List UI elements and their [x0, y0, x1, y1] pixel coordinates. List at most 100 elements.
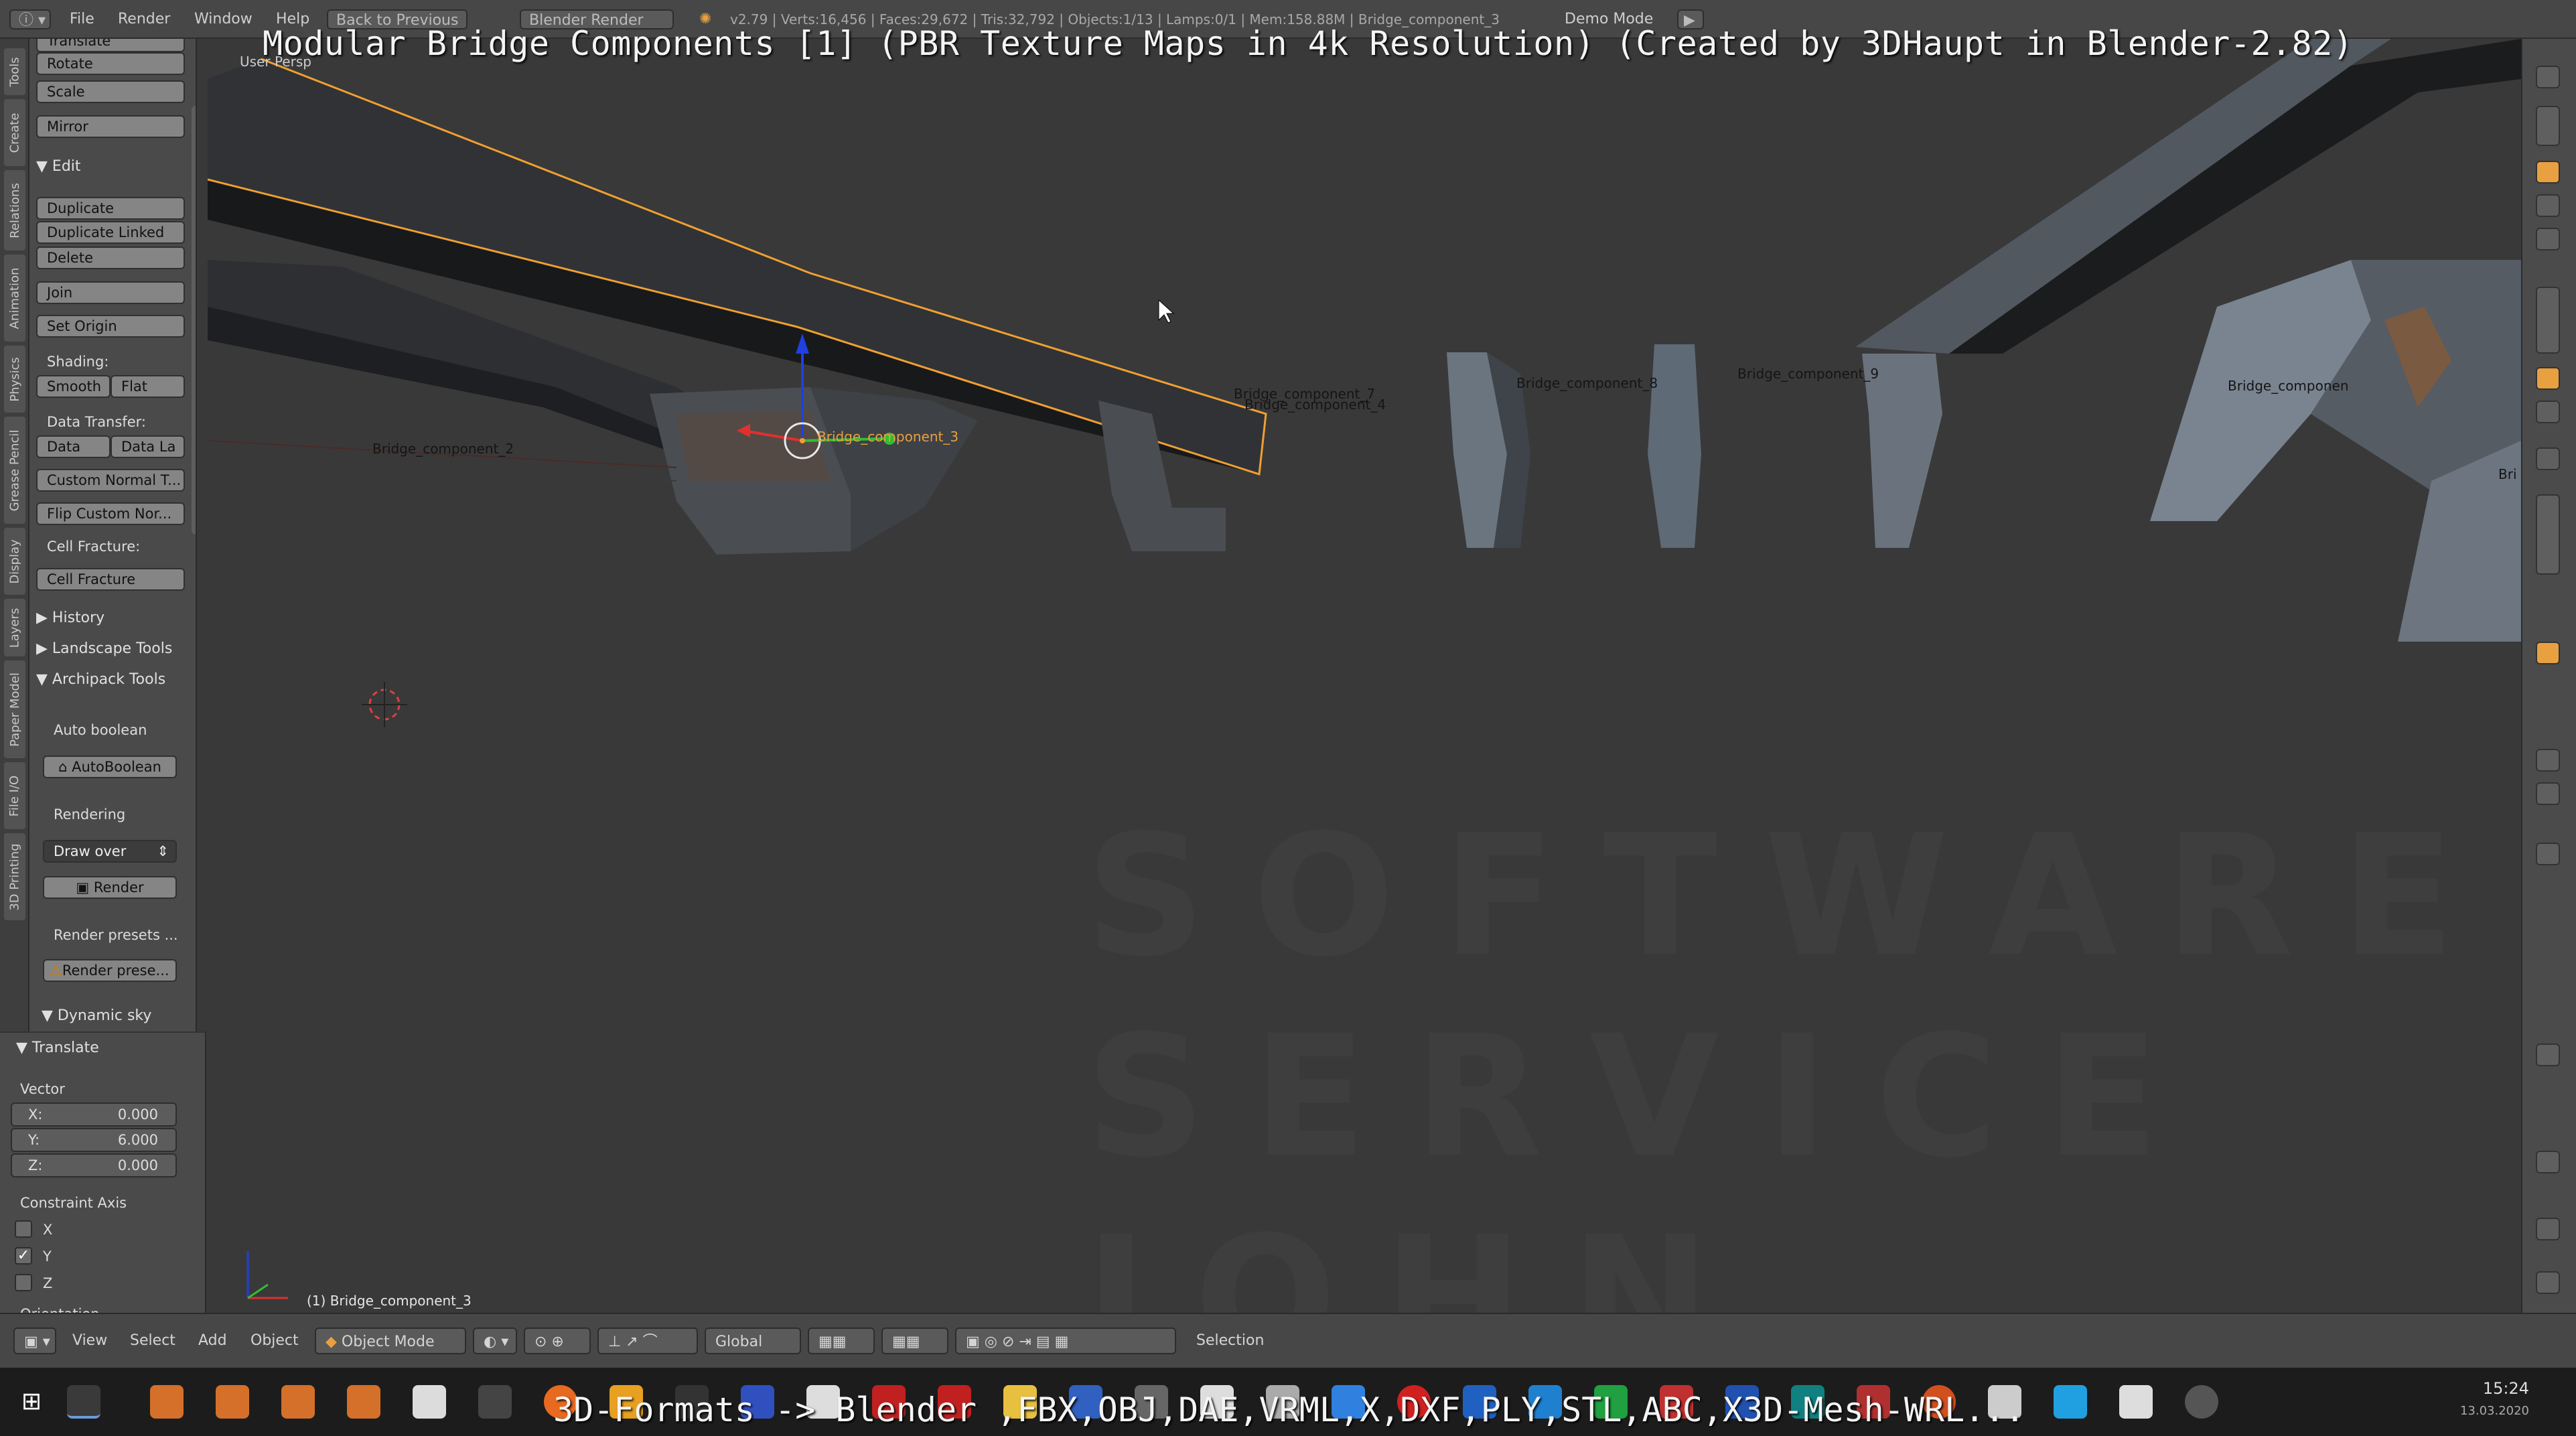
scroll-track-icon[interactable] — [2536, 494, 2560, 575]
windows-start-icon[interactable]: ⊞ — [15, 1385, 48, 1419]
checkbox-icon[interactable] — [2536, 782, 2560, 805]
constraint-x-label: X — [43, 1222, 53, 1238]
manipulator-icons[interactable]: ⊥ ↗ ⌒ — [597, 1327, 698, 1354]
cell-fracture-button[interactable]: Cell Fracture — [36, 568, 185, 591]
object-icon[interactable] — [2536, 161, 2560, 184]
flip-custom-normals-button[interactable]: Flip Custom Nor... — [36, 502, 185, 525]
system-clock[interactable]: 15:24 13.03.2020 — [2460, 1377, 2529, 1423]
custom-normal-button[interactable]: Custom Normal T... — [36, 469, 185, 492]
tab-layers[interactable]: Layers — [4, 599, 25, 656]
chevron-down-icon[interactable] — [2536, 1271, 2560, 1294]
render-presets-button[interactable]: ⚠Render prese... — [43, 959, 177, 982]
join-button[interactable]: Join — [36, 281, 185, 304]
constraint-z-checkbox[interactable] — [15, 1274, 32, 1291]
constraint-y-checkbox[interactable]: ✓ — [15, 1247, 32, 1265]
editor-type-icon[interactable]: ▣ ▾ — [13, 1327, 56, 1354]
menu-object[interactable]: Object — [251, 1327, 299, 1354]
viewport-header-bar: ▣ ▾ View Select Add Object ◆ Object Mode… — [0, 1313, 2576, 1368]
scroll-icon[interactable] — [2536, 106, 2560, 146]
collapse-arrow-icon[interactable] — [2536, 66, 2560, 88]
data-transfer-label: Data Transfer: — [47, 414, 146, 430]
vector-x-field[interactable]: X: 0.000 — [11, 1102, 177, 1127]
toolshelf-scrollbar[interactable] — [192, 106, 196, 534]
blender-taskbar-icon[interactable] — [150, 1385, 184, 1419]
data-button[interactable]: Data — [36, 435, 111, 458]
editor-type-icon[interactable]: ⓘ ▾ — [9, 9, 51, 29]
tab-relations[interactable]: Relations — [4, 170, 25, 250]
rotate-button[interactable]: Rotate — [36, 52, 185, 75]
flat-button[interactable]: Flat — [111, 375, 185, 398]
autoboolean-button[interactable]: ⌂ AutoBoolean — [43, 756, 177, 778]
translate-button[interactable]: Translate — [36, 39, 185, 52]
mirror-button[interactable]: Mirror — [36, 115, 185, 138]
toggle-icon[interactable] — [2536, 749, 2560, 772]
gear-icon[interactable] — [2536, 1151, 2560, 1173]
mode-select[interactable]: ◆ Object Mode — [315, 1327, 466, 1354]
menu-render[interactable]: Render — [118, 9, 170, 29]
snapping-tools[interactable]: ▣ ◎ ⊘ ⇥ ▤ ▦ — [955, 1327, 1176, 1354]
tab-physics[interactable]: Physics — [4, 346, 25, 413]
dynamic-sky-header[interactable]: ▼ Dynamic sky — [42, 1007, 151, 1024]
blender-taskbar-icon[interactable] — [67, 1385, 100, 1419]
blender-taskbar-icon[interactable] — [281, 1385, 315, 1419]
data-layout-button[interactable]: Data La — [111, 435, 185, 458]
delete-button[interactable]: Delete — [36, 246, 185, 269]
shading-mode-icon[interactable]: ◐ ▾ — [473, 1327, 517, 1354]
constraint-y-label: Y — [43, 1248, 52, 1265]
menu-file[interactable]: File — [70, 9, 94, 29]
pivot-point-icon[interactable]: ⊙ ⊕ — [524, 1327, 591, 1354]
texture-icon[interactable] — [2536, 401, 2560, 423]
menu-window[interactable]: Window — [194, 9, 253, 29]
draw-over-select[interactable]: Draw over ⇕ — [43, 840, 177, 863]
app-taskbar-icon[interactable] — [2185, 1385, 2218, 1419]
menu-select[interactable]: Select — [130, 1327, 175, 1354]
skype-icon[interactable] — [2054, 1385, 2087, 1419]
tab-grease-pencil[interactable]: Grease Pencil — [4, 417, 25, 524]
history-panel-header[interactable]: ▶ History — [36, 609, 104, 626]
translate-panel-header[interactable]: ▼ Translate — [16, 1039, 99, 1056]
plus-icon[interactable] — [2536, 1218, 2560, 1240]
landscape-tools-header[interactable]: ▶ Landscape Tools — [36, 640, 172, 657]
tab-paper-model[interactable]: Paper Model — [4, 660, 25, 758]
smooth-button[interactable]: Smooth — [36, 375, 111, 398]
tab-create[interactable]: Create — [4, 99, 25, 166]
view-axis-y — [247, 1283, 269, 1299]
blender-taskbar-icon[interactable] — [347, 1385, 380, 1419]
expand-arrow-icon[interactable] — [2536, 447, 2560, 470]
app-taskbar-icon[interactable] — [2119, 1385, 2153, 1419]
lamp-icon[interactable] — [2536, 642, 2560, 664]
vector-z-field[interactable]: Z: 0.000 — [11, 1153, 177, 1177]
3d-viewport[interactable]: SOFTWARE SERVICE JOHN User Persp Bridge_… — [208, 39, 2521, 1313]
vector-y-field[interactable]: Y: 6.000 — [11, 1128, 177, 1152]
render-button[interactable]: ▣ Render — [43, 876, 177, 899]
modifier-icon[interactable] — [2536, 228, 2560, 250]
menu-view[interactable]: View — [72, 1327, 107, 1354]
set-origin-select[interactable]: Set Origin — [36, 315, 185, 338]
duplicate-button[interactable]: Duplicate — [36, 197, 185, 220]
slider-icon[interactable] — [2536, 287, 2560, 354]
material-icon[interactable] — [2536, 367, 2560, 390]
dropdown-icon[interactable] — [2536, 1044, 2560, 1066]
constraint-icon[interactable] — [2536, 194, 2560, 217]
menu-add[interactable]: Add — [198, 1327, 227, 1354]
checkbox-icon[interactable] — [2536, 843, 2560, 865]
constraint-z-label: Z — [43, 1275, 53, 1291]
duplicate-linked-button[interactable]: Duplicate Linked — [36, 221, 185, 244]
scale-button[interactable]: Scale — [36, 80, 185, 103]
app-taskbar-icon[interactable] — [478, 1385, 512, 1419]
cube-icon: ◆ — [326, 1334, 342, 1350]
constraint-x-checkbox[interactable] — [15, 1220, 32, 1238]
tab-file-io[interactable]: File I/O — [4, 762, 25, 829]
archipack-tools-header[interactable]: ▼ Archipack Tools — [36, 671, 165, 688]
tab-animation[interactable]: Animation — [4, 255, 25, 342]
tab-tools[interactable]: Tools — [4, 48, 25, 95]
transform-orientation-select[interactable]: Global — [705, 1327, 801, 1354]
tab-display[interactable]: Display — [4, 528, 25, 595]
app-taskbar-icon[interactable] — [413, 1385, 446, 1419]
label-component-4: Bridge_component_4 — [1244, 397, 1386, 413]
tab-3d-printing[interactable]: 3D Printing — [4, 833, 25, 920]
blender-taskbar-icon[interactable] — [216, 1385, 249, 1419]
edit-panel-header[interactable]: ▼ Edit — [36, 158, 81, 175]
layers-grid-2[interactable]: ▦▦ — [881, 1327, 948, 1354]
layers-grid-1[interactable]: ▦▦ — [808, 1327, 875, 1354]
